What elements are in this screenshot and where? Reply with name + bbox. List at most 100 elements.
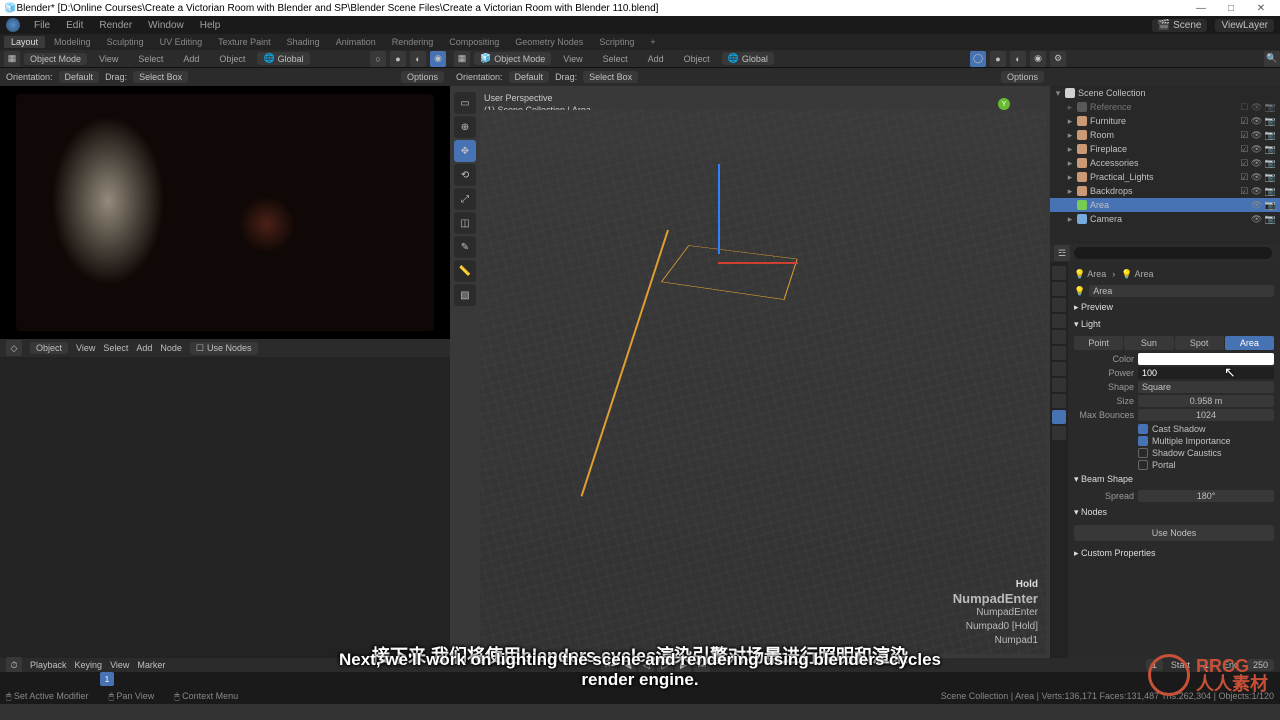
vp-left-object[interactable]: Object [211,52,253,66]
options-l[interactable]: Options [401,71,444,83]
ptab-data-light[interactable] [1052,410,1066,424]
outliner-furniture[interactable]: Furniture [1090,116,1237,126]
tab-animation[interactable]: Animation [329,36,383,48]
light-shape-drop[interactable]: Square [1138,381,1274,393]
shading-render-left[interactable]: ◉ [430,51,446,67]
outliner-reference[interactable]: Reference [1090,102,1237,112]
tab-texpaint[interactable]: Texture Paint [211,36,278,48]
outliner-root[interactable]: Scene Collection [1078,88,1280,98]
ptab-viewlayer[interactable] [1052,298,1066,312]
tl-keying[interactable]: Keying [75,660,103,670]
chk-multiimp[interactable] [1138,436,1148,446]
light-maxb-field[interactable]: 1024 [1138,409,1274,421]
node-add[interactable]: Add [136,343,152,353]
light-color-swatch[interactable] [1138,353,1274,365]
panel-light[interactable]: ▾ Light [1074,316,1274,333]
ptab-material[interactable] [1052,426,1066,440]
close-button[interactable]: ✕ [1246,0,1276,16]
tool-rotate[interactable]: ⟲ [454,164,476,186]
outliner-accessories[interactable]: Accessories [1090,158,1237,168]
outliner-camera[interactable]: Camera [1090,214,1248,224]
tool-cursor[interactable]: ⊕ [454,116,476,138]
orient-drop-l[interactable]: Default [59,71,100,83]
shading-render-mid[interactable]: ◉ [1030,51,1046,67]
tool-select[interactable]: ▭ [454,92,476,114]
menu-render[interactable]: Render [91,18,140,33]
menu-help[interactable]: Help [192,18,229,33]
lighttype-area[interactable]: Area [1225,336,1274,350]
lighttype-sun[interactable]: Sun [1124,336,1173,350]
maximize-button[interactable]: □ [1216,0,1246,16]
vp-mid-view[interactable]: View [555,52,590,66]
tool-transform[interactable]: ◫ [454,212,476,234]
lighttype-spot[interactable]: Spot [1175,336,1224,350]
shading-matprev-mid[interactable]: ◐ [1010,51,1026,67]
outliner-fireplace[interactable]: Fireplace [1090,144,1237,154]
vp-mid-add[interactable]: Add [640,52,672,66]
editor-type-left[interactable]: ▦ [4,51,20,67]
shader-node-editor[interactable] [0,357,450,658]
editor-type-mid[interactable]: ▦ [454,51,470,67]
shading-matprev-left[interactable]: ◐ [410,51,426,67]
crumb-data[interactable]: 💡 Area [1121,269,1153,280]
tool-scale[interactable]: ⤢ [454,188,476,210]
mode-select-left[interactable]: Object Mode [24,53,87,65]
move-gizmo-z[interactable] [718,164,720,254]
tab-modeling[interactable]: Modeling [47,36,98,48]
move-gizmo-x[interactable] [718,262,798,264]
panel-nodes[interactable]: ▾ Nodes [1074,504,1274,521]
ptab-output[interactable] [1052,282,1066,296]
panel-preview[interactable]: ▸ Preview [1074,299,1274,316]
shading-solid-left[interactable]: ● [390,51,406,67]
panel-beam[interactable]: ▾ Beam Shape [1074,471,1274,488]
drag-drop-l[interactable]: Select Box [133,71,188,83]
node-object[interactable]: Object [30,342,68,354]
ptab-physics[interactable] [1052,378,1066,392]
ptab-scene[interactable] [1052,314,1066,328]
node-node[interactable]: Node [160,343,182,353]
orient-mid[interactable]: 🌐 Global [722,52,774,65]
scene-selector[interactable]: 🎬 Scene [1152,19,1208,32]
vp-left-select[interactable]: Select [130,52,171,66]
tab-shading[interactable]: Shading [280,36,327,48]
outliner[interactable]: ▾Scene Collection ▸Reference☐ 👁 📷 ▸Furni… [1050,86,1280,244]
light-spread-field[interactable]: 180° [1138,490,1274,502]
ptab-modifier[interactable] [1052,362,1066,376]
outliner-practical[interactable]: Practical_Lights [1090,172,1237,182]
chk-portal[interactable] [1138,460,1148,470]
use-nodes-button[interactable]: Use Nodes [1074,525,1274,541]
minimize-button[interactable]: — [1186,0,1216,16]
tab-add[interactable]: + [643,36,662,48]
shader-editor-icon[interactable]: ◇ [6,340,22,356]
light-size-field[interactable]: 0.958 m [1138,395,1274,407]
chk-castshadow[interactable] [1138,424,1148,434]
light-name-field[interactable]: Area [1089,285,1274,297]
ptab-world[interactable] [1052,330,1066,344]
shading-wire-left[interactable]: ○ [370,51,386,67]
outliner-filter[interactable]: ⚙ [1050,51,1066,67]
menu-edit[interactable]: Edit [58,18,91,33]
outliner-backdrops[interactable]: Backdrops [1090,186,1237,196]
viewlayer-selector[interactable]: ViewLayer [1215,19,1274,32]
orient-drop-m[interactable]: Default [509,71,550,83]
options-m[interactable]: Options [1001,71,1044,83]
menu-window[interactable]: Window [140,18,192,33]
mode-select-mid[interactable]: 🧊 Object Mode [474,52,551,65]
tl-playback[interactable]: Playback [30,660,67,670]
outliner-area[interactable]: Area [1090,200,1248,210]
tab-compositing[interactable]: Compositing [442,36,506,48]
tool-annotate[interactable]: ✎ [454,236,476,258]
tab-scripting[interactable]: Scripting [592,36,641,48]
tab-rendering[interactable]: Rendering [385,36,441,48]
outliner-room[interactable]: Room [1090,130,1237,140]
chk-caustics[interactable] [1138,448,1148,458]
tab-uv[interactable]: UV Editing [153,36,210,48]
props-search[interactable] [1074,247,1272,259]
outliner-search-icon[interactable]: 🔍 [1264,51,1280,67]
timeline-cursor[interactable]: 1 [100,672,114,686]
tab-sculpting[interactable]: Sculpting [100,36,151,48]
vp-left-add[interactable]: Add [175,52,207,66]
drag-drop-m[interactable]: Select Box [583,71,638,83]
area-light-gizmo[interactable] [661,245,798,300]
shading-wire-mid[interactable]: ◯ [970,51,986,67]
